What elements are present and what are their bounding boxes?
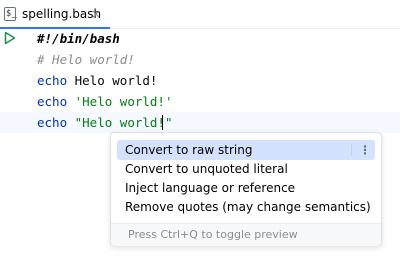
bash-file-icon-glyph: $_ — [6, 9, 17, 19]
action-label: Convert to unquoted literal — [125, 162, 288, 176]
bash-file-icon: $_ — [4, 7, 17, 21]
shebang-text: #!/bin/bash — [37, 31, 120, 46]
code-line-1[interactable]: #!/bin/bash — [0, 28, 400, 49]
code-line-4[interactable]: echo 'Helo world!' — [0, 91, 400, 112]
code-line-5[interactable]: echo "Helo world!" — [0, 112, 400, 133]
code-line-3[interactable]: echo Helo world! — [0, 70, 400, 91]
action-convert-to-unquoted-literal[interactable]: Convert to unquoted literal — [117, 159, 375, 179]
action-remove-quotes[interactable]: Remove quotes (may change semantics) — [117, 197, 375, 217]
unquoted-argument: Helo world! — [67, 73, 158, 88]
intention-actions-popup: Convert to raw string ⋮ Convert to unquo… — [110, 132, 382, 246]
action-label: Inject language or reference — [125, 181, 296, 195]
echo-keyword: echo — [37, 115, 68, 130]
action-convert-to-raw-string[interactable]: Convert to raw string ⋮ — [117, 140, 375, 160]
single-quoted-string: 'Helo world!' — [67, 94, 173, 109]
close-icon[interactable]: × — [91, 6, 101, 22]
tab-spelling-bash[interactable]: $_ spelling.bash × — [0, 0, 110, 29]
echo-keyword: echo — [37, 94, 68, 109]
code-line-2[interactable]: # Helo world! — [0, 49, 400, 70]
popup-footer: Press Ctrl+Q to toggle preview — [111, 223, 381, 246]
editor-tab-bar: $_ spelling.bash × — [0, 0, 400, 29]
preview-hint: Press Ctrl+Q to toggle preview — [128, 228, 298, 241]
text-caret — [162, 115, 163, 130]
more-options-icon[interactable]: ⋮ — [359, 140, 371, 160]
action-label: Remove quotes (may change semantics) — [125, 200, 371, 214]
action-inject-language[interactable]: Inject language or reference — [117, 178, 375, 198]
double-quoted-string: "Helo world!" — [67, 115, 173, 130]
separator — [351, 144, 352, 156]
tab-title: spelling.bash — [22, 7, 102, 21]
echo-keyword: echo — [37, 73, 68, 88]
comment-text: # Helo world! — [37, 52, 135, 67]
action-label: Convert to raw string — [125, 143, 253, 157]
